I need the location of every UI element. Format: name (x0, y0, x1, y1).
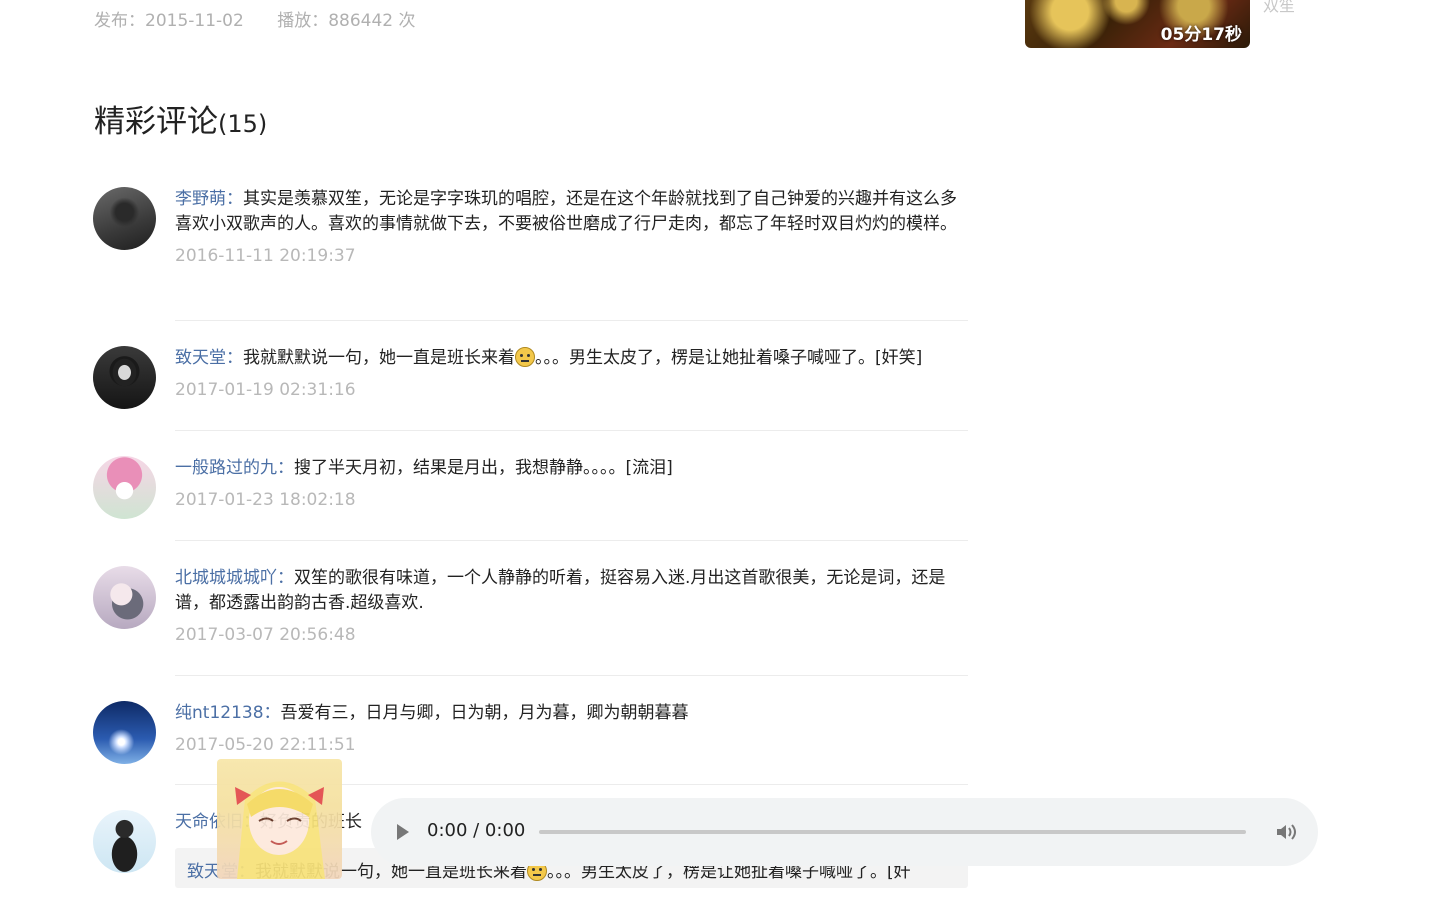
comment-divider (175, 540, 968, 541)
comments-section-title: 精彩评论(15) (94, 96, 267, 141)
comment-item: 纯nt12138：吾爱有三，日月与卿，日为朝，月为暮，卿为朝朝暮暮 2017-0… (93, 701, 968, 764)
username-separator: ： (277, 458, 294, 478)
comment-text: 致天堂：我就默默说一句，她一直是班长来着 。。。男生太皮了，楞是让她扯着嗓子喊哑了… (175, 346, 968, 371)
comment-divider (175, 675, 968, 676)
comment-time: 2017-03-07 20:56:48 (175, 625, 356, 645)
comment-content: 吾爱有三，日月与卿，日为朝，月为暮，卿为朝朝暮暮 (280, 703, 689, 723)
publish-date: 发布：2015-11-02 (94, 11, 244, 31)
play-count: 播放：886442 次 (277, 11, 416, 31)
avatar[interactable] (93, 346, 156, 409)
comment-username[interactable]: 北城城城城吖 (175, 568, 277, 588)
comment-text: 李野萌：其实是羡慕双笙，无论是字字珠玑的唱腔，还是在这个年龄就找到了自己钟爱的兴… (175, 187, 968, 237)
username-separator: ： (226, 189, 243, 209)
audio-player: 0:00 / 0:00 (371, 798, 1318, 866)
comment-text: 纯nt12138：吾爱有三，日月与卿，日为朝，月为暮，卿为朝朝暮暮 (175, 701, 968, 726)
comments-count: (15) (218, 110, 268, 138)
comment-text: 一般路过的九：搜了半天月初，结果是月出，我想静静。。。。[流泪] (175, 456, 968, 481)
comments-title: 精彩评论 (94, 104, 218, 140)
audio-seek-bar[interactable] (539, 830, 1246, 834)
emoji-icon (515, 347, 535, 367)
comment-item: 北城城城城吖：双笙的歌很有味道，一个人静静的听着，挺容易入迷.月出这首歌很美，无… (93, 566, 968, 645)
avatar[interactable] (93, 566, 156, 629)
comment-username[interactable]: 纯nt12138 (175, 703, 264, 723)
comment-time: 2017-01-23 18:02:18 (175, 490, 356, 510)
comment-content-cont: 。。。男生太皮了，楞是让她扯着嗓子喊哑了。[奸笑] (535, 348, 923, 368)
avatar[interactable] (93, 456, 156, 519)
floating-anime-image[interactable] (217, 759, 342, 879)
comment-item: 致天堂：我就默默说一句，她一直是班长来着 。。。男生太皮了，楞是让她扯着嗓子喊哑了… (93, 346, 968, 409)
comment-divider (175, 320, 968, 321)
comment-item: 李野萌：其实是羡慕双笙，无论是字字珠玑的唱腔，还是在这个年龄就找到了自己钟爱的兴… (93, 187, 968, 266)
comment-time: 2017-05-20 22:11:51 (175, 735, 356, 755)
anime-girl-icon (235, 781, 325, 879)
comment-username[interactable]: 李野萌 (175, 189, 226, 209)
comment-time: 2017-01-19 02:31:16 (175, 380, 356, 400)
username-separator: ： (226, 348, 243, 368)
avatar[interactable] (93, 810, 156, 873)
volume-icon[interactable] (1275, 822, 1297, 842)
username-separator: ： (277, 568, 294, 588)
comment-time: 2016-11-11 20:19:37 (175, 246, 356, 266)
avatar[interactable] (93, 701, 156, 764)
comment-content: 其实是羡慕双笙，无论是字字珠玑的唱腔，还是在这个年龄就找到了自己钟爱的兴趣并有这… (175, 189, 957, 234)
video-duration: 05分17秒 (1160, 25, 1242, 45)
audio-time: 0:00 / 0:00 (427, 820, 526, 841)
play-icon[interactable] (397, 824, 409, 840)
comment-text: 北城城城城吖：双笙的歌很有味道，一个人静静的听着，挺容易入迷.月出这首歌很美，无… (175, 566, 968, 616)
avatar[interactable] (93, 187, 156, 250)
comment-divider (175, 430, 968, 431)
comment-username[interactable]: 致天堂 (175, 348, 226, 368)
related-video-artist[interactable]: 双笙 (1263, 0, 1295, 16)
username-separator: ： (263, 703, 281, 723)
related-video-thumbnail[interactable]: 05分17秒 (1025, 0, 1250, 48)
comment-username[interactable]: 一般路过的九 (175, 458, 277, 478)
comment-content: 我就默默说一句，她一直是班长来着 (243, 348, 515, 368)
song-meta: 发布：2015-11-02 播放：886442 次 (94, 6, 444, 31)
comment-item: 一般路过的九：搜了半天月初，结果是月出，我想静静。。。。[流泪] 2017-01… (93, 456, 968, 519)
comment-content: 搜了半天月初，结果是月出，我想静静。。。。[流泪] (294, 458, 673, 478)
